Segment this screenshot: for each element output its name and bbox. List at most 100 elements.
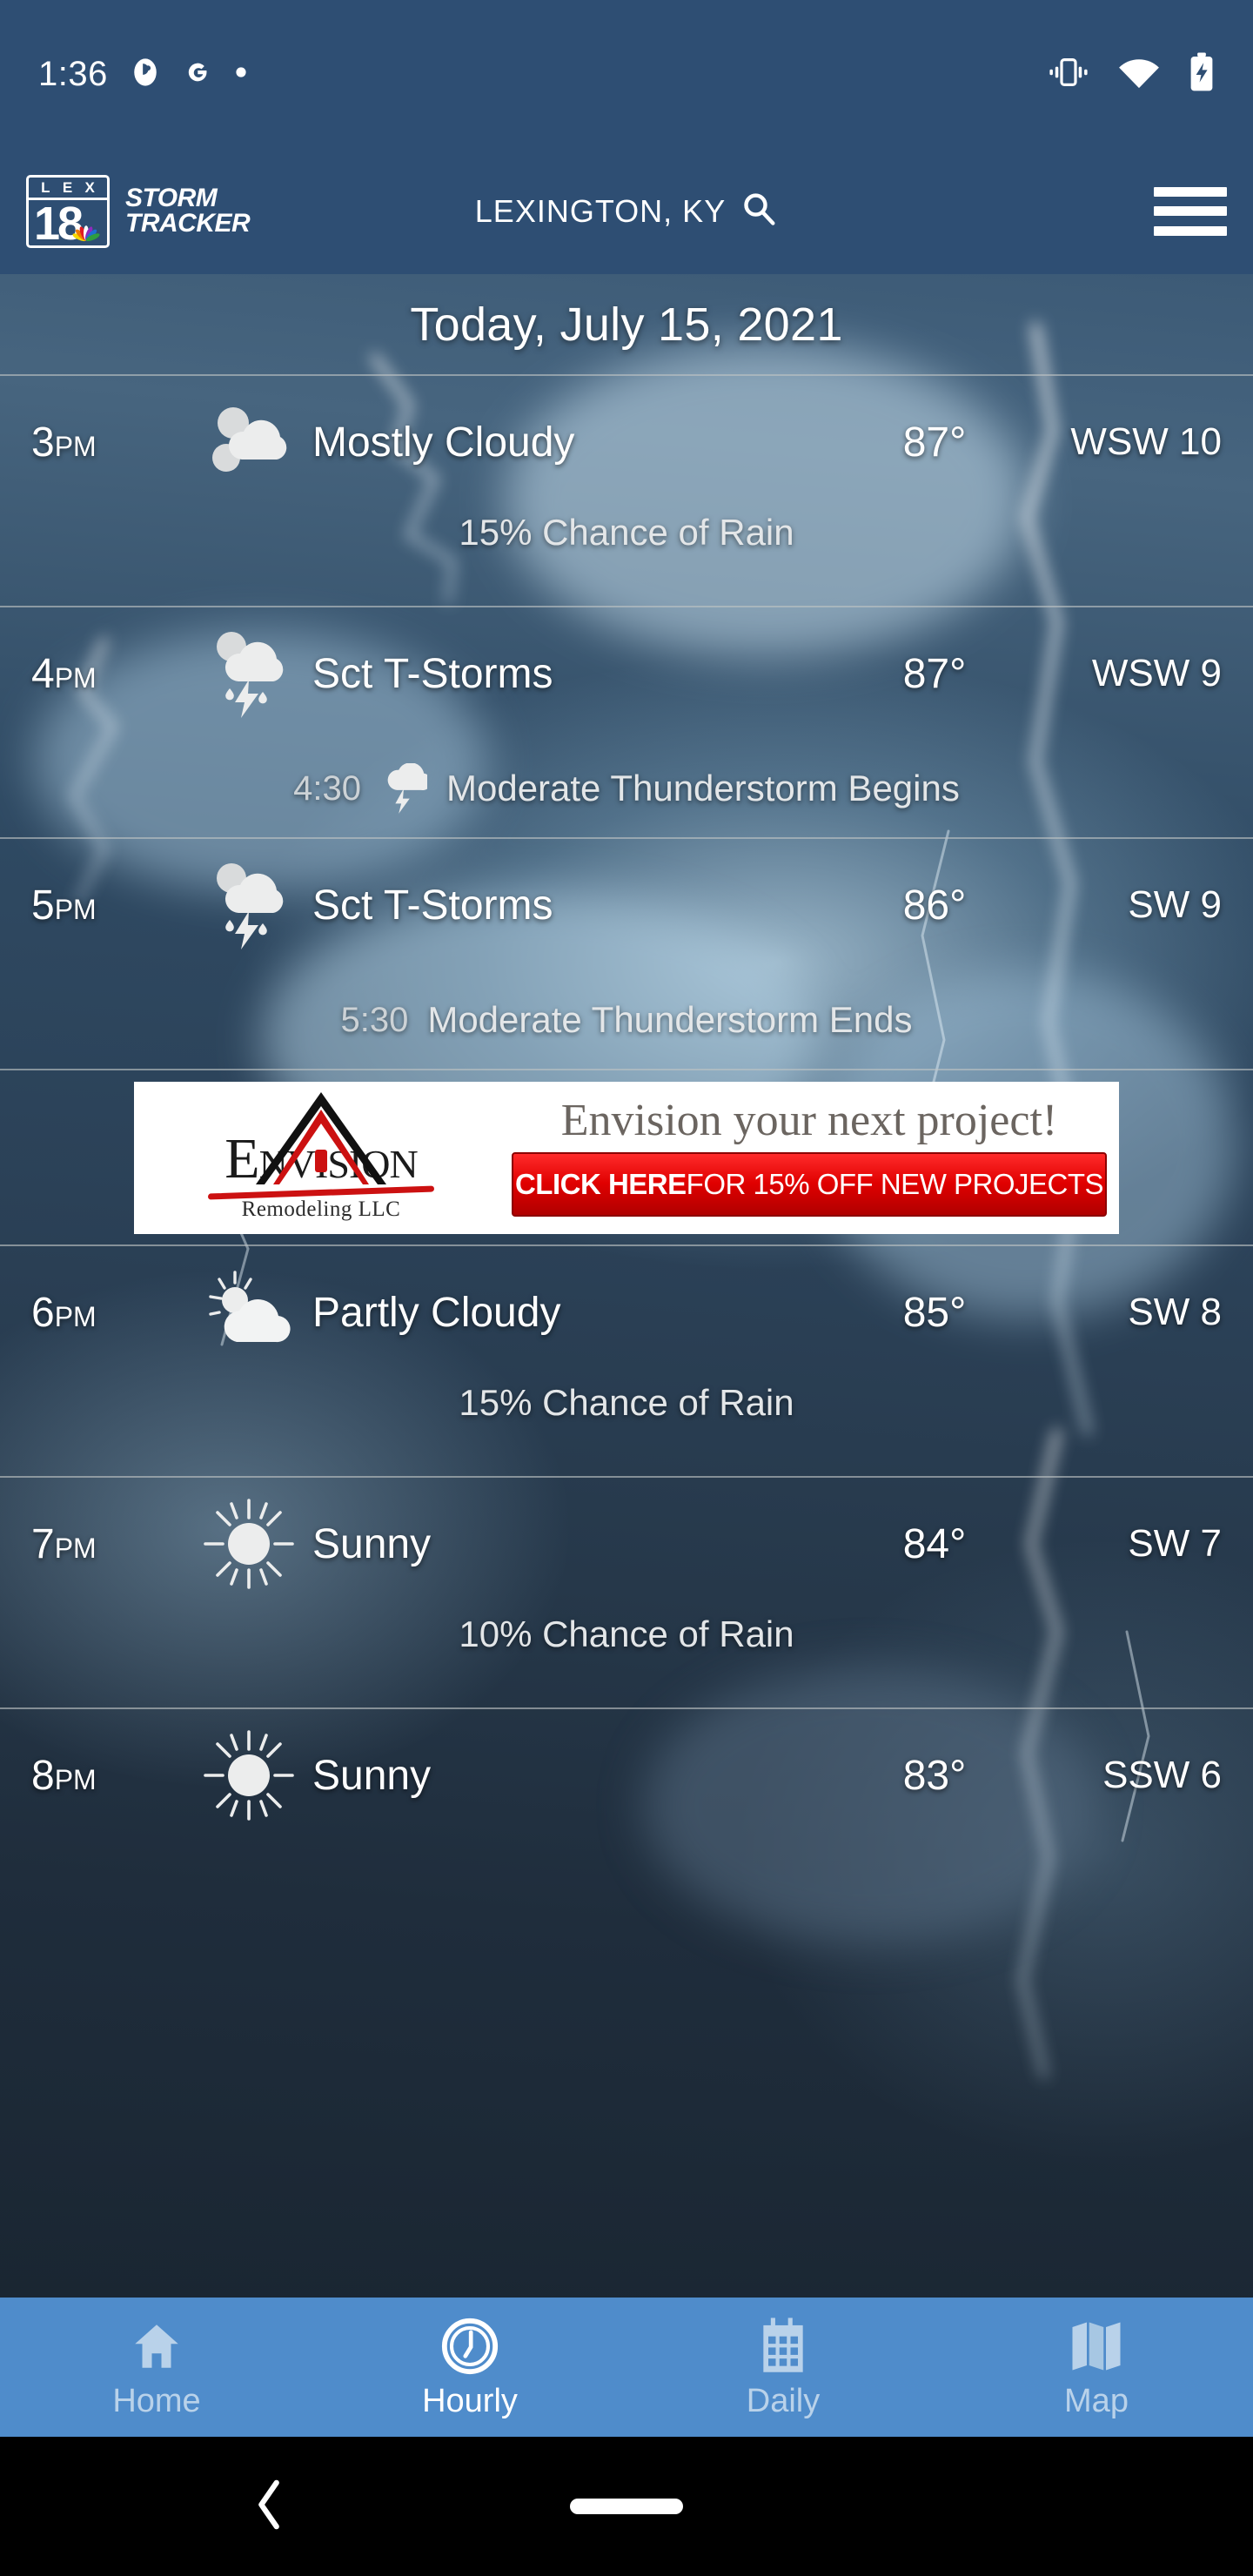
back-chevron-icon[interactable] [252,2478,287,2536]
hour-precip-chance: 15% Chance of Rain [0,508,1253,606]
date-header-label: Today, July 15, 2021 [410,298,843,351]
lex-letter-e: E [62,178,73,196]
app-logo[interactable]: L E X 18 STORM TRACKER [26,174,251,248]
advertisement-slot[interactable]: ENVISION Remodeling LLC Envision your ne… [0,1070,1253,1244]
hourly-forecast-scroll[interactable]: Today, July 15, 2021 3PM Mostly Cloudy 8… [0,274,1253,2298]
hour-time: 4PM [31,650,97,697]
alert-time: 4:30 [293,768,361,808]
hour-condition: Sct T-Storms [312,882,553,929]
date-header: Today, July 15, 2021 [0,274,1253,374]
hourly-row-8pm[interactable]: 8PM Sunny 83° SSW 6 [0,1709,1253,1841]
hour-precip-chance: 15% Chance of Rain [0,1379,1253,1476]
hour-wind: SSW 6 [1102,1754,1222,1796]
thunderstorm-icon [192,857,305,953]
hour-time: 5PM [31,882,97,929]
nav-tab-daily[interactable]: Daily [626,2298,940,2437]
nbc-peacock-icon [72,225,100,241]
bottom-navigation: Home Hourly Daily Map [0,2298,1253,2437]
home-icon [128,2315,185,2378]
storm-alert-icon [380,763,427,814]
status-bar: 1:36 [0,0,1253,148]
nav-tab-hourly[interactable]: Hourly [313,2298,626,2437]
hourly-row-main: 3PM Mostly Cloudy 87° WSW 10 [0,376,1253,508]
ad-subtitle: Remodeling LLC [241,1197,401,1221]
hourly-row-7pm[interactable]: 7PM Sunny 84° SW 7 10% Chance of Rain [0,1478,1253,1707]
divider [0,1069,1253,1070]
hourly-row-6pm[interactable]: 6PM Partly Cloudy 85° SW 8 15% Chance of… [0,1246,1253,1476]
nav-tab-home[interactable]: Home [0,2298,313,2437]
ad-logo: ENVISION Remodeling LLC [134,1082,508,1234]
clock-icon [439,2315,500,2378]
hour-precip-chance: 10% Chance of Rain [0,1610,1253,1707]
hour-condition: Sct T-Storms [312,650,553,697]
hour-alert: 4:30 Moderate Thunderstorm Begins [0,740,1253,837]
ad-body: Envision your next project! CLICK HERE F… [508,1082,1119,1234]
lex-letter-l: L [41,178,50,196]
alert-label: Moderate Thunderstorm Begins [446,768,960,808]
hour-temperature: 83° [902,1752,967,1799]
house-roof-icon [256,1091,386,1184]
hourly-row-5pm[interactable]: 5PM Sct T-Storms 86° SW 9 5:30 Moderate … [0,839,1253,1069]
nav-label-daily: Daily [746,2382,821,2419]
alert-time: 5:30 [340,1000,409,1039]
hourly-row-main: 6PM Partly Cloudy 85° SW 8 [0,1246,1253,1379]
envision-remodeling-ad[interactable]: ENVISION Remodeling LLC Envision your ne… [134,1081,1119,1234]
hour-condition: Sunny [312,1520,432,1567]
hourly-row-main: 7PM Sunny 84° SW 7 [0,1478,1253,1610]
hour-precip-label: 15% Chance of Rain [459,1382,794,1423]
hour-wind: SW 7 [1128,1522,1222,1565]
home-pill-icon[interactable] [570,2499,683,2514]
nav-tab-map[interactable]: Map [940,2298,1253,2437]
current-location-label: LEXINGTON, KY [474,192,727,229]
hour-wind: WSW 10 [1070,420,1222,463]
brand-line-1: STORM [125,183,218,212]
thunderstorm-icon [192,626,305,721]
hour-condition: Sunny [312,1752,432,1799]
lex-letters: L E X [29,178,107,200]
search-icon[interactable] [740,190,778,232]
lex18-logo-icon: L E X 18 [26,174,110,248]
hamburger-menu-icon[interactable] [1154,186,1227,236]
hour-time: 7PM [31,1520,97,1567]
hour-temperature: 87° [902,650,967,697]
nav-label-map: Map [1064,2382,1129,2419]
notification-badge-icon [131,57,160,91]
status-bar-left: 1:36 [38,55,247,94]
partly-cloudy-icon [192,1269,305,1356]
hour-wind: WSW 9 [1091,652,1222,694]
brand-line-2: TRACKER [125,208,251,238]
hour-time: 6PM [31,1289,97,1336]
location-selector[interactable]: LEXINGTON, KY [475,190,778,232]
ad-headline: Envision your next project! [560,1096,1058,1145]
calendar-icon [755,2315,811,2378]
hour-temperature: 87° [902,419,967,466]
vibrate-icon [1048,54,1089,95]
hour-precip-label: 10% Chance of Rain [459,1613,794,1654]
hourly-row-main: 4PM Sct T-Storms 87° WSW 9 [0,607,1253,740]
app-header: L E X 18 STORM TRACKER LEXINGTON, KY [0,148,1253,274]
hourly-row-3pm[interactable]: 3PM Mostly Cloudy 87° WSW 10 15% Chance … [0,376,1253,606]
hour-wind: SW 8 [1128,1291,1222,1333]
hour-wind: SW 9 [1128,883,1222,926]
dot-icon [235,66,247,83]
map-icon [1068,2315,1125,2378]
hourly-row-main: 8PM Sunny 83° SSW 6 [0,1709,1253,1841]
hour-condition: Partly Cloudy [312,1289,561,1336]
hour-temperature: 84° [902,1520,967,1567]
sunny-icon [192,1499,305,1589]
sunny-icon [192,1730,305,1821]
mostly-cloudy-icon [192,400,305,484]
hourly-row-main: 5PM Sct T-Storms 86° SW 9 [0,839,1253,971]
status-bar-right [1048,52,1215,97]
lex-letter-x: X [84,178,95,196]
system-navigation-bar [0,2437,1253,2576]
ad-cta-rest: FOR 15% OFF NEW PROJECTS [686,1168,1104,1200]
nav-label-hourly: Hourly [422,2382,518,2419]
hour-condition: Mostly Cloudy [312,419,575,466]
hourly-row-4pm[interactable]: 4PM Sct T-Storms 87° WSW 9 4:30 Moderate… [0,607,1253,837]
battery-charging-icon [1189,52,1215,97]
hour-precip-label: 15% Chance of Rain [459,512,794,553]
nav-label-home: Home [112,2382,201,2419]
status-bar-clock: 1:36 [38,54,108,93]
ad-cta-button[interactable]: CLICK HERE FOR 15% OFF NEW PROJECTS [512,1152,1107,1217]
